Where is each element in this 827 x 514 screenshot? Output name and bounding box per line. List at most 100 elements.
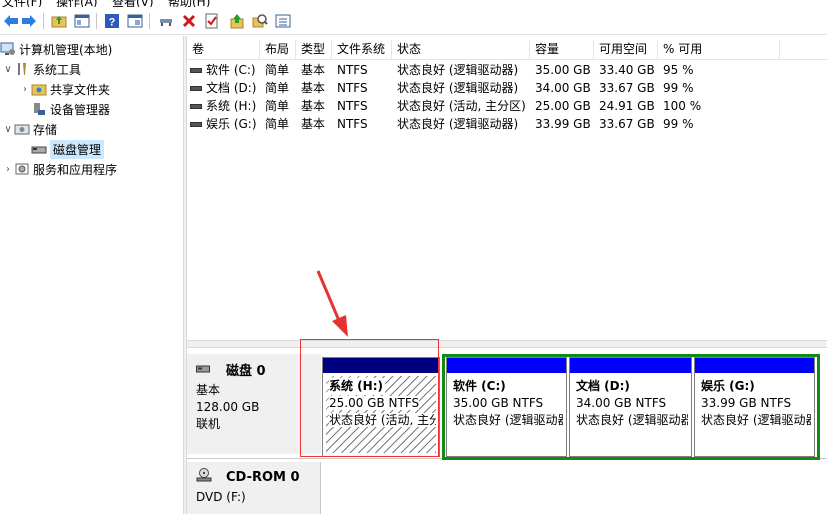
percent-free-cell: 99 % — [663, 81, 694, 95]
chevron-down-icon[interactable]: ∨ — [2, 64, 14, 75]
search-icon[interactable] — [251, 12, 269, 30]
type-cell: 基本 — [301, 99, 326, 113]
capacity-cell: 33.99 GB — [535, 117, 591, 131]
storage-icon — [14, 121, 30, 137]
capacity-cell: 34.00 GB — [535, 81, 591, 95]
table-row[interactable]: 娱乐 (G:) 简单 基本 NTFS 状态良好 (逻辑驱动器) 33.99 GB… — [187, 115, 827, 133]
logical-partition-bar — [695, 358, 814, 373]
partition-status: 状态良好 (逻辑驱动器) — [701, 413, 811, 427]
delete-icon[interactable] — [180, 12, 198, 30]
partition-body: 娱乐 (G:) 33.99 GB NTFS 状态良好 (逻辑驱动器) — [698, 376, 811, 453]
percent-free-cell: 100 % — [663, 99, 702, 113]
tree-item-label: 共享文件夹 — [50, 82, 111, 97]
column-header-filesystem[interactable]: 文件系统 — [332, 40, 392, 60]
filesystem-cell: NTFS — [337, 117, 368, 131]
partition-documents-d[interactable]: 文档 (D:) 34.00 GB NTFS 状态良好 (逻辑驱动器) — [569, 357, 692, 457]
tree-item-computer-management[interactable]: 计算机管理(本地) — [0, 39, 112, 59]
tree-item-label: 服务和应用程序 — [33, 162, 118, 177]
status-cell: 状态良好 (逻辑驱动器) — [397, 63, 519, 77]
cdrom-0-title: CD-ROM 0 — [196, 468, 321, 486]
type-cell: 基本 — [301, 63, 326, 77]
free-space-cell: 33.67 GB — [599, 81, 655, 95]
partition-entertainment-g[interactable]: 娱乐 (G:) 33.99 GB NTFS 状态良好 (逻辑驱动器) — [694, 357, 815, 457]
partition-size: 35.00 GB NTFS — [453, 396, 544, 410]
tree-item-label: 计算机管理(本地) — [19, 42, 113, 57]
tree-item-services-apps[interactable]: › 服务和应用程序 — [2, 159, 117, 179]
table-row[interactable]: 系统 (H:) 简单 基本 NTFS 状态良好 (活动, 主分区) 25.00 … — [187, 97, 827, 115]
cdrom-0-label[interactable]: CD-ROM 0 DVD (F:) — [187, 462, 321, 514]
free-space-cell: 33.67 GB — [599, 117, 655, 131]
chevron-right-icon[interactable]: › — [19, 84, 31, 95]
up-folder-icon[interactable] — [50, 12, 68, 30]
menu-bar: 文件(F) 操作(A) 查看(V) 帮助(H) — [0, 0, 827, 9]
partition-body: 文档 (D:) 34.00 GB NTFS 状态良好 (逻辑驱动器) — [573, 376, 688, 453]
export-icon[interactable] — [228, 12, 246, 30]
column-header-layout[interactable]: 布局 — [260, 40, 296, 60]
partition-size: 34.00 GB NTFS — [576, 396, 667, 410]
volume-icon — [190, 121, 202, 127]
properties-icon[interactable] — [126, 12, 144, 30]
toolbar-separator — [43, 13, 44, 29]
toolbar: ? — [0, 7, 827, 35]
tree-item-label: 设备管理器 — [50, 102, 111, 117]
column-header-type[interactable]: 类型 — [296, 40, 332, 60]
column-header-free-space[interactable]: 可用空间 — [594, 40, 658, 60]
status-cell: 状态良好 (逻辑驱动器) — [397, 117, 519, 131]
services-icon — [14, 161, 30, 177]
toolbar-separator — [149, 13, 150, 29]
tree-item-device-manager[interactable]: 设备管理器 — [31, 99, 110, 119]
toolbar-separator — [96, 13, 97, 29]
show-hide-tree-icon[interactable] — [73, 12, 91, 30]
tree-item-label: 存储 — [33, 122, 58, 137]
column-header-volume[interactable]: 卷 — [187, 40, 260, 60]
pane-splitter-horizontal[interactable] — [187, 340, 827, 348]
filesystem-cell: NTFS — [337, 63, 368, 77]
partition-name: 文档 (D:) — [576, 379, 630, 393]
volume-name-cell: 软件 (C:) — [187, 61, 260, 79]
cdrom-area-divider — [320, 462, 321, 514]
list-icon[interactable] — [274, 12, 292, 30]
tree-item-label: 系统工具 — [33, 62, 82, 77]
tree-item-shared-folders[interactable]: › 共享文件夹 — [19, 79, 110, 99]
check-icon[interactable] — [203, 12, 221, 30]
back-icon[interactable] — [2, 12, 20, 30]
partition-name: 软件 (C:) — [453, 379, 506, 393]
chevron-right-icon[interactable]: › — [2, 164, 14, 175]
cdrom-0-drive: DVD (F:) — [196, 490, 246, 504]
shared-folder-icon — [31, 81, 47, 97]
partition-status: 状态良好 (逻辑驱动器) — [576, 413, 688, 427]
annotation-highlight-box — [300, 339, 439, 457]
disk-icon — [196, 362, 210, 377]
partition-software-c[interactable]: 软件 (C:) 35.00 GB NTFS 状态良好 (逻辑驱动器) — [446, 357, 567, 457]
type-cell: 基本 — [301, 117, 326, 131]
column-header-status[interactable]: 状态 — [392, 40, 530, 60]
computer-management-icon — [0, 41, 16, 57]
partition-body: 软件 (C:) 35.00 GB NTFS 状态良好 (逻辑驱动器) — [450, 376, 563, 453]
tree-item-label: 磁盘管理 — [50, 139, 105, 159]
status-cell: 状态良好 (逻辑驱动器) — [397, 81, 519, 95]
column-header-percent-free[interactable]: % 可用 — [658, 40, 780, 60]
partition-name: 娱乐 (G:) — [701, 379, 755, 393]
disk-management-icon — [31, 141, 47, 157]
free-space-cell: 24.91 GB — [599, 99, 655, 113]
column-header-capacity[interactable]: 容量 — [530, 40, 594, 60]
tree-item-system-tools[interactable]: ∨ 系统工具 — [2, 59, 81, 79]
table-row[interactable]: 软件 (C:) 简单 基本 NTFS 状态良好 (逻辑驱动器) 35.00 GB… — [187, 61, 827, 79]
table-row[interactable]: 文档 (D:) 简单 基本 NTFS 状态良好 (逻辑驱动器) 34.00 GB… — [187, 79, 827, 97]
layout-cell: 简单 — [265, 117, 290, 131]
volume-icon — [190, 103, 202, 109]
forward-icon[interactable] — [20, 12, 38, 30]
cdrom-icon — [196, 468, 212, 486]
volume-list: 卷 布局 类型 文件系统 状态 容量 可用空间 % 可用 软件 (C:) 简单 … — [187, 40, 827, 340]
help-icon[interactable]: ? — [103, 12, 121, 30]
volume-list-header: 卷 布局 类型 文件系统 状态 容量 可用空间 % 可用 — [187, 40, 827, 60]
volume-name-cell: 文档 (D:) — [187, 79, 260, 97]
tree-item-storage[interactable]: ∨ 存储 — [2, 119, 57, 139]
connect-icon[interactable] — [157, 12, 175, 30]
capacity-cell: 25.00 GB — [535, 99, 591, 113]
layout-cell: 简单 — [265, 81, 290, 95]
chevron-down-icon[interactable]: ∨ — [2, 124, 14, 135]
volume-name-cell: 系统 (H:) — [187, 97, 260, 115]
type-cell: 基本 — [301, 81, 326, 95]
tree-item-disk-management[interactable]: 磁盘管理 — [31, 139, 105, 159]
